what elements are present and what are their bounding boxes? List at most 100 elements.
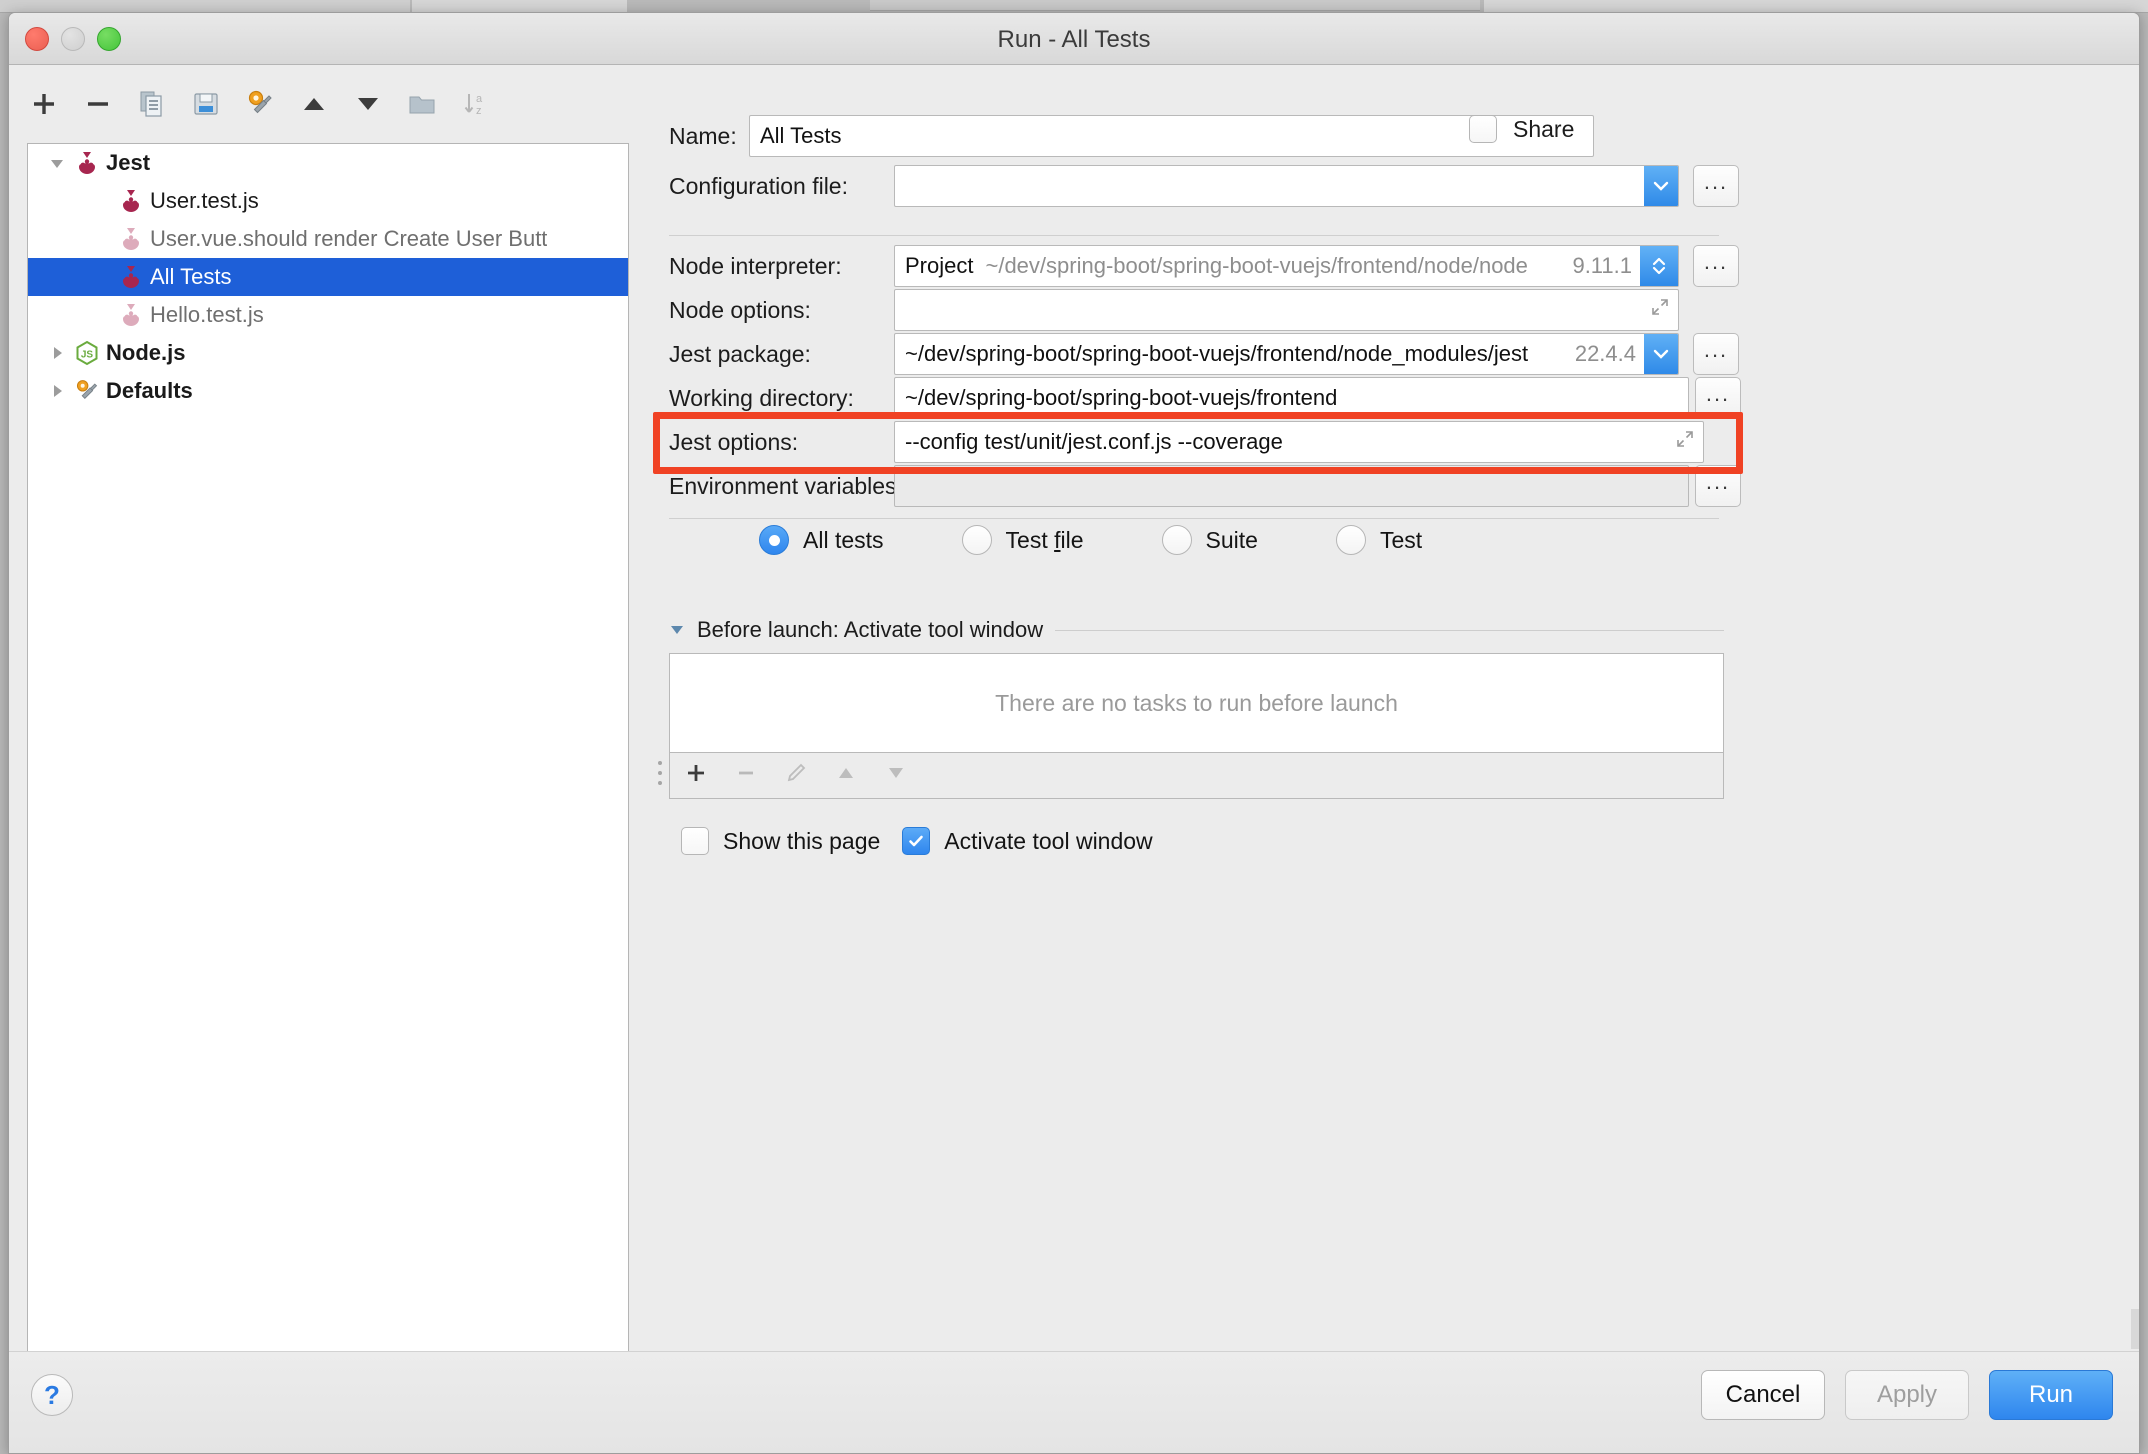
wrench-icon[interactable] — [243, 87, 277, 121]
show-this-page-checkbox[interactable] — [681, 827, 709, 855]
expand-icon[interactable] — [1650, 297, 1670, 323]
tree-row[interactable]: All Tests — [28, 258, 628, 296]
move-down-button[interactable] — [351, 87, 385, 121]
working-directory-label: Working directory: — [669, 384, 854, 411]
cancel-button[interactable]: Cancel — [1701, 1370, 1825, 1420]
tree-row[interactable]: User.vue.should render Create User Butt — [28, 220, 628, 258]
before-launch-empty-text: There are no tasks to run before launch — [995, 689, 1398, 716]
configuration-file-label: Configuration file: — [669, 172, 848, 199]
section-divider — [669, 235, 1719, 236]
help-button[interactable]: ? — [31, 1374, 73, 1416]
jest-options-value: --config test/unit/jest.conf.js --covera… — [905, 429, 1283, 454]
remove-task-button[interactable] — [734, 761, 758, 790]
tree-row[interactable]: Jest — [28, 144, 628, 182]
header-rule — [1055, 629, 1724, 631]
radio-label: Suite — [1205, 526, 1258, 553]
expand-icon[interactable] — [1675, 429, 1695, 455]
show-this-page-option[interactable]: Show this page — [681, 827, 880, 855]
chevron-down-icon[interactable] — [1644, 166, 1678, 206]
sort-az-button[interactable]: a z — [459, 87, 493, 121]
share-checkbox[interactable] — [1469, 115, 1497, 143]
copy-configuration-button[interactable] — [135, 87, 169, 121]
radio-option-test[interactable]: Test — [1335, 525, 1423, 555]
tree-row[interactable]: Defaults — [28, 372, 628, 410]
background-strip — [870, 0, 1480, 11]
node-interpreter-prefix: Project — [905, 253, 974, 278]
before-launch-header[interactable]: Before launch: Activate tool window — [669, 617, 1724, 643]
before-launch-task-list[interactable]: There are no tasks to run before launch — [669, 653, 1724, 753]
radio-label: Test file — [1005, 526, 1084, 553]
environment-variables-input[interactable] — [894, 465, 1689, 507]
before-launch-toolbar — [669, 753, 1724, 799]
remove-configuration-button[interactable] — [81, 87, 115, 121]
tree-row[interactable]: User.test.js — [28, 182, 628, 220]
chevron-right-icon[interactable] — [42, 383, 72, 399]
configurations-tree[interactable]: Jest User.test.js User.vue.should render C… — [27, 143, 629, 1375]
environment-variables-label: Environment variables: — [669, 472, 903, 499]
working-directory-row: Working directory: ~/dev/spring-boot/spr… — [669, 377, 1741, 419]
add-configuration-button[interactable] — [27, 87, 61, 121]
save-configuration-button[interactable] — [189, 87, 223, 121]
working-directory-input[interactable]: ~/dev/spring-boot/spring-boot-vuejs/fron… — [894, 377, 1689, 419]
jest-options-input[interactable]: --config test/unit/jest.conf.js --covera… — [894, 421, 1704, 463]
svg-text:a: a — [476, 93, 483, 105]
apply-button[interactable]: Apply — [1845, 1370, 1969, 1420]
node-interpreter-input[interactable]: Project ~/dev/spring-boot/spring-boot-vu… — [894, 245, 1679, 287]
jest-package-input[interactable]: ~/dev/spring-boot/spring-boot-vuejs/fron… — [894, 333, 1679, 375]
move-task-up-button[interactable] — [834, 761, 858, 790]
jest-package-row: Jest package: ~/dev/spring-boot/spring-b… — [669, 333, 1739, 375]
environment-variables-browse-button[interactable]: ... — [1695, 465, 1741, 507]
tree-row[interactable]: JS Node.js — [28, 334, 628, 372]
tree-row[interactable]: Hello.test.js — [28, 296, 628, 334]
chevron-down-icon[interactable] — [42, 155, 72, 171]
add-task-button[interactable] — [684, 761, 708, 790]
edit-task-button[interactable] — [784, 761, 808, 790]
move-up-button[interactable] — [297, 87, 331, 121]
tree-row-label: Defaults — [106, 378, 193, 403]
radio-button[interactable] — [1335, 525, 1366, 555]
radio-option-test-file[interactable]: Test file — [961, 525, 1084, 555]
radio-button[interactable] — [759, 525, 789, 555]
chevron-right-icon[interactable] — [42, 345, 72, 361]
radio-option-suite[interactable]: Suite — [1161, 525, 1258, 555]
new-folder-button[interactable] — [405, 87, 439, 121]
node-interpreter-browse-button[interactable]: ... — [1693, 245, 1739, 287]
jest-package-version: 22.4.4 — [1574, 341, 1636, 366]
radio-button[interactable] — [1161, 525, 1192, 555]
tree-row-label: All Tests — [150, 264, 232, 289]
share-row[interactable]: Share — [1469, 115, 1574, 143]
options-check-row: Show this page Activate tool window — [681, 827, 1153, 855]
jest-package-value: ~/dev/spring-boot/spring-boot-vuejs/fron… — [905, 341, 1529, 366]
run-button[interactable]: Run — [1989, 1370, 2113, 1420]
working-directory-value: ~/dev/spring-boot/spring-boot-vuejs/fron… — [905, 385, 1338, 410]
jest-icon — [72, 150, 102, 176]
radio-button[interactable] — [961, 525, 992, 555]
chevron-down-icon[interactable] — [1644, 334, 1678, 374]
activate-tool-window-checkbox[interactable] — [902, 827, 931, 855]
activate-tool-window-option[interactable]: Activate tool window — [902, 827, 1153, 855]
node-interpreter-version: 9.11.1 — [1572, 253, 1632, 278]
name-label: Name: — [669, 122, 737, 149]
panel-splitter[interactable] — [655, 755, 665, 799]
move-task-down-button[interactable] — [884, 761, 908, 790]
jest-package-label: Jest package: — [669, 340, 811, 367]
configuration-file-input[interactable] — [894, 165, 1679, 207]
radio-label: Test — [1379, 526, 1423, 553]
nodejs-icon: JS — [72, 340, 102, 366]
node-options-input[interactable] — [894, 289, 1679, 331]
node-version-spinner[interactable] — [1640, 246, 1678, 286]
configuration-file-browse-button[interactable]: ... — [1693, 165, 1739, 207]
working-directory-browse-button[interactable]: ... — [1695, 377, 1741, 419]
window-title: Run - All Tests — [997, 26, 1151, 53]
radio-option-all-tests[interactable]: All tests — [759, 525, 884, 555]
svg-text:JS: JS — [81, 350, 94, 361]
scroll-nub[interactable] — [2131, 1309, 2139, 1349]
configurations-panel: a z Jest User.test.js User.vue.should rend… — [9, 65, 649, 1390]
activate-tool-window-label: Activate tool window — [944, 827, 1153, 854]
configuration-file-row: Configuration file: ... — [669, 165, 1739, 207]
name-input[interactable]: All Tests — [749, 115, 1594, 157]
configuration-form: Name: All Tests Share Configuration file… — [653, 65, 2139, 1390]
jest-icon — [116, 264, 146, 290]
jest-package-browse-button[interactable]: ... — [1693, 333, 1739, 375]
share-label: Share — [1513, 115, 1575, 142]
